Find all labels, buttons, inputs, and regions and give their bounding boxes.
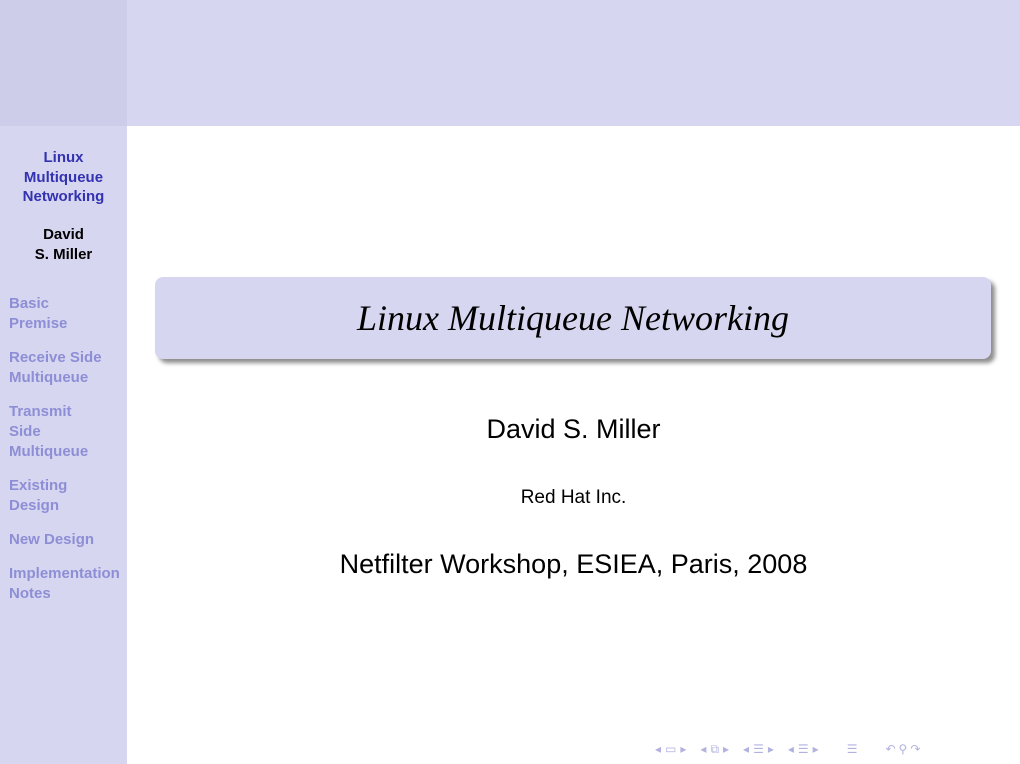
subsection-next-icon[interactable]: ▸ — [723, 742, 729, 756]
back-icon[interactable]: ↶ — [885, 742, 895, 756]
sidebar-item-existing-design[interactable]: Existing Design — [9, 476, 134, 516]
section-prev-icon[interactable]: ◂ — [743, 742, 749, 756]
sidebar-item-implementation-notes[interactable]: Implementation Notes — [9, 564, 134, 604]
slide-title: Linux Multiqueue Networking — [357, 298, 789, 338]
sidebar-sections: Basic Premise Receive Side Multiqueue Tr… — [9, 294, 134, 619]
forward-icon[interactable]: ↷ — [910, 742, 920, 756]
sidebar-item-receive-side[interactable]: Receive Side Multiqueue — [9, 348, 134, 388]
frame-icon[interactable]: ▭ — [665, 742, 676, 756]
section-icon[interactable]: ☰ — [753, 742, 764, 756]
slide-institute: Red Hat Inc. — [520, 487, 627, 508]
sidebar-title[interactable]: Linux Multiqueue Networking — [0, 148, 127, 207]
search-icon[interactable]: ⚲ — [899, 742, 908, 756]
sidebar-item-new-design[interactable]: New Design — [9, 530, 134, 550]
subsection-icon[interactable]: ⧉ — [710, 742, 719, 757]
subsection-list-icon[interactable]: ☰ — [798, 742, 809, 756]
section-next-icon[interactable]: ▸ — [768, 742, 774, 756]
sidebar-item-transmit-side[interactable]: Transmit Side Multiqueue — [9, 402, 134, 461]
sidebar-item-basic-premise[interactable]: Basic Premise — [9, 294, 134, 334]
subsection-list-prev-icon[interactable]: ◂ — [788, 742, 794, 756]
header-corner — [0, 0, 127, 126]
slide-date: Netfilter Workshop, ESIEA, Paris, 2008 — [339, 549, 808, 579]
navigation-bar: ◂ ▭ ▸ ◂ ⧉ ▸ ◂ ☰ ▸ ◂ ☰ ▸ ☰ ↶ ⚲ ↷ — [655, 740, 920, 758]
toc-icon[interactable]: ☰ — [847, 742, 858, 756]
subsection-list-next-icon[interactable]: ▸ — [813, 742, 819, 756]
slide-author: David S. Miller — [486, 414, 661, 444]
sidebar: Linux Multiqueue Networking David S. Mil… — [0, 126, 127, 764]
frame-prev-icon[interactable]: ◂ — [655, 742, 661, 756]
sidebar-author: David S. Miller — [34, 226, 93, 263]
frame-next-icon[interactable]: ▸ — [680, 742, 686, 756]
subsection-prev-icon[interactable]: ◂ — [700, 742, 706, 756]
header-bar — [0, 0, 1020, 126]
